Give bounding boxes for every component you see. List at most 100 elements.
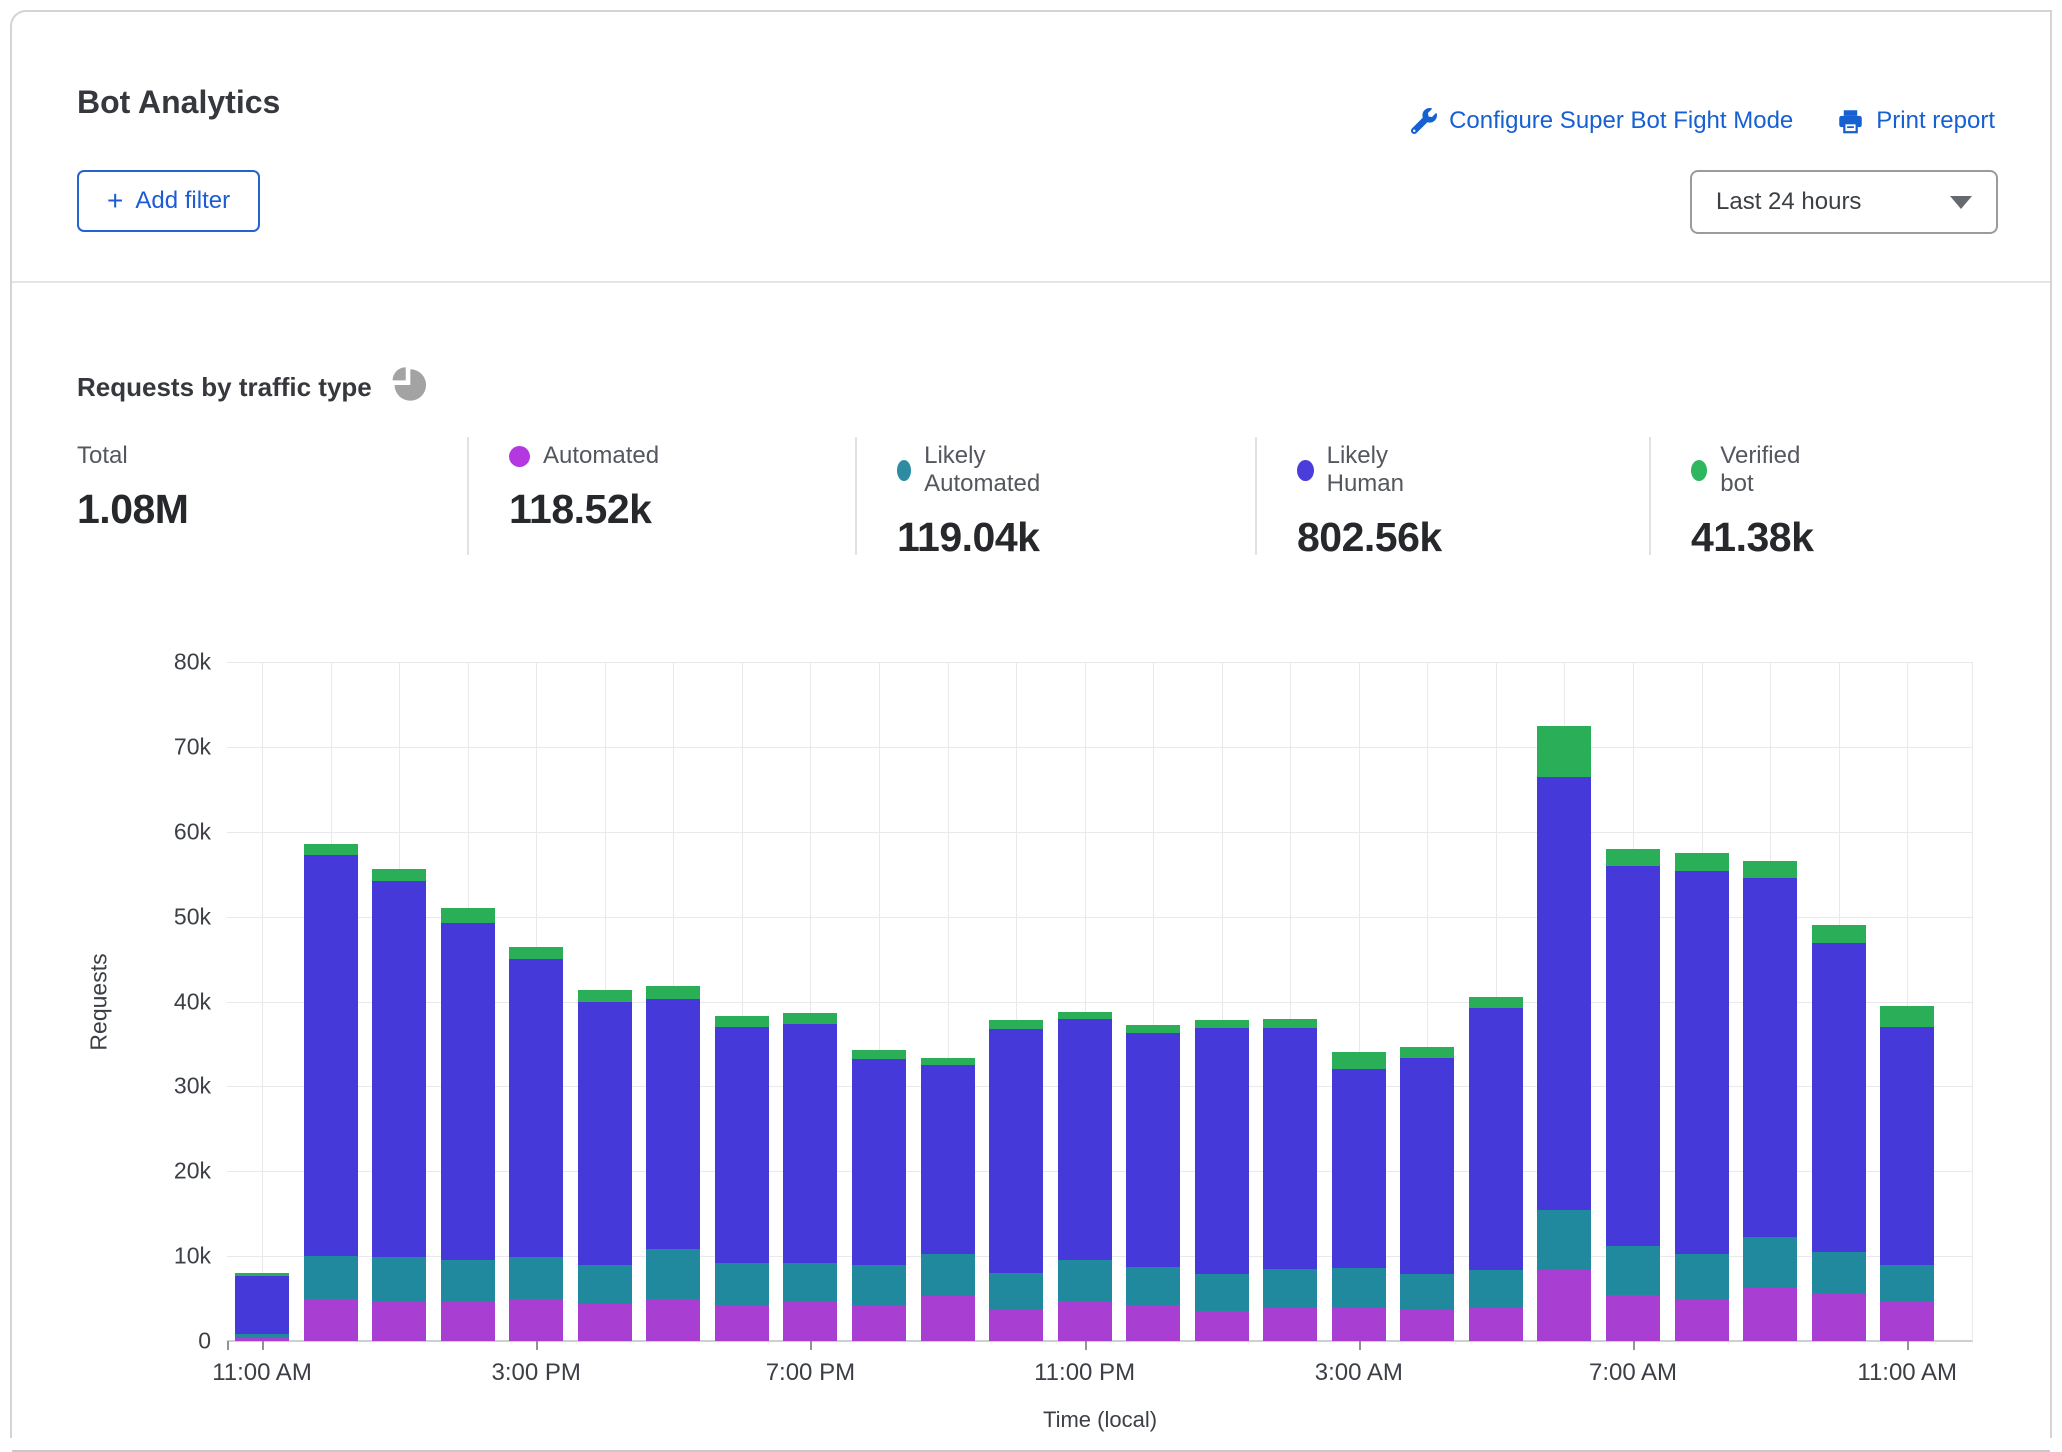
bar-segment-likely-automated <box>1743 1237 1797 1287</box>
x-tick-mark <box>1359 1341 1361 1350</box>
bar-segment-verified-bot <box>1126 1025 1180 1033</box>
stacked-bar-1-00-pm[interactable] <box>372 869 426 1341</box>
stacked-bar-3-00-am[interactable] <box>1332 1052 1386 1341</box>
stacked-bar-12-00-am[interactable] <box>1126 1025 1180 1341</box>
configure-link-label: Configure Super Bot Fight Mode <box>1449 107 1793 135</box>
stacked-bar-9-00-am[interactable] <box>1743 861 1797 1341</box>
bar-segment-likely-human <box>1743 878 1797 1238</box>
bar-segment-automated <box>1880 1301 1934 1341</box>
stacked-bar-10-00-am[interactable] <box>1812 925 1866 1341</box>
bar-segment-likely-automated <box>1058 1260 1112 1302</box>
bar-segment-verified-bot <box>1058 1012 1112 1019</box>
bar-segment-likely-automated <box>1880 1265 1934 1301</box>
stat-likely-human-value: 802.56k <box>1297 514 1442 561</box>
h-gridline <box>227 747 1973 748</box>
stacked-bar-10-00-pm[interactable] <box>989 1020 1043 1341</box>
bar-segment-automated <box>441 1302 495 1341</box>
stacked-bar-8-00-pm[interactable] <box>852 1050 906 1341</box>
y-tick-label: 0 <box>131 1328 211 1355</box>
bar-segment-likely-automated <box>1332 1268 1386 1308</box>
stacked-bar-9-00-pm[interactable] <box>921 1058 975 1341</box>
bar-segment-likely-human <box>1812 943 1866 1252</box>
time-range-select[interactable]: Last 24 hours <box>1690 170 1998 234</box>
stats-divider <box>467 437 469 555</box>
bar-segment-likely-human <box>235 1276 289 1335</box>
stacked-bar-11-00-pm[interactable] <box>1058 1012 1112 1341</box>
bot-analytics-card: Bot Analytics Configure Super Bot Fight … <box>10 10 2052 1438</box>
bar-segment-automated <box>1812 1293 1866 1341</box>
bar-segment-verified-bot <box>1606 849 1660 866</box>
stacked-bar-3-00-pm[interactable] <box>509 947 563 1341</box>
bar-segment-automated <box>578 1304 632 1341</box>
stacked-bar-8-00-am[interactable] <box>1675 853 1729 1341</box>
bar-segment-likely-automated <box>1469 1270 1523 1308</box>
x-tick-label: 3:00 PM <box>456 1359 616 1387</box>
y-tick-label: 50k <box>131 903 211 930</box>
y-axis-title: Requests <box>86 953 113 1050</box>
plus-icon: + <box>107 187 123 215</box>
bar-segment-likely-human <box>1126 1033 1180 1267</box>
stats-divider <box>1649 437 1651 555</box>
stat-automated-value: 118.52k <box>509 486 659 533</box>
stacked-bar-6-00-pm[interactable] <box>715 1016 769 1341</box>
bar-segment-likely-automated <box>646 1249 700 1299</box>
bar-segment-verified-bot <box>989 1020 1043 1028</box>
bar-segment-likely-human <box>1058 1019 1112 1260</box>
likely-automated-dot <box>897 460 911 481</box>
plot-area: Requests Time (local) 80k70k60k50k40k30k… <box>227 662 1973 1341</box>
stacked-bar-5-00-am[interactable] <box>1469 997 1523 1341</box>
x-tick-mark <box>1907 1341 1909 1350</box>
x-tick-mark <box>1633 1341 1635 1350</box>
add-filter-button[interactable]: + Add filter <box>77 170 260 232</box>
stacked-bar-2-00-am[interactable] <box>1263 1019 1317 1341</box>
print-report-link[interactable]: Print report <box>1837 107 1995 135</box>
stacked-bar-11-00-am[interactable] <box>1880 1006 1934 1341</box>
stat-automated-label: Automated <box>543 442 659 470</box>
bar-segment-automated <box>372 1301 426 1341</box>
bar-segment-likely-human <box>1880 1027 1934 1265</box>
add-filter-label: Add filter <box>135 187 230 215</box>
x-tick-mark <box>1085 1341 1087 1350</box>
bar-segment-likely-automated <box>1606 1246 1660 1295</box>
bar-segment-likely-human <box>1400 1058 1454 1274</box>
stacked-bar-12-00-pm[interactable] <box>304 844 358 1341</box>
section-title: Requests by traffic type <box>77 372 372 403</box>
bar-segment-automated <box>1332 1308 1386 1341</box>
bar-segment-likely-human <box>852 1059 906 1264</box>
page-title: Bot Analytics <box>77 84 280 121</box>
bar-segment-verified-bot <box>921 1058 975 1065</box>
stacked-bar-2-00-pm[interactable] <box>441 908 495 1341</box>
bar-segment-likely-human <box>715 1027 769 1263</box>
bar-segment-likely-automated <box>921 1254 975 1296</box>
stacked-bar-7-00-am[interactable] <box>1606 849 1660 1341</box>
stacked-bar-5-00-pm[interactable] <box>646 986 700 1341</box>
stacked-bar-6-00-am[interactable] <box>1537 726 1591 1341</box>
stacked-bar-7-00-pm[interactable] <box>783 1013 837 1341</box>
bar-segment-verified-bot <box>1537 726 1591 777</box>
y-tick-label: 10k <box>131 1243 211 1270</box>
bar-segment-verified-bot <box>578 990 632 1001</box>
bar-segment-likely-human <box>1537 777 1591 1211</box>
stacked-bar-4-00-pm[interactable] <box>578 990 632 1341</box>
stat-verified-bot-label: Verified bot <box>1720 442 1813 498</box>
bar-segment-verified-bot <box>783 1013 837 1024</box>
automated-dot <box>509 446 530 467</box>
bar-segment-verified-bot <box>1675 853 1729 871</box>
stacked-bar-11-00-am[interactable] <box>235 1273 289 1341</box>
bar-segment-likely-human <box>372 881 426 1257</box>
bar-segment-likely-automated <box>1400 1274 1454 1310</box>
bar-segment-likely-human <box>1469 1008 1523 1269</box>
bar-segment-likely-human <box>578 1002 632 1265</box>
bar-segment-verified-bot <box>1263 1019 1317 1027</box>
stacked-bar-4-00-am[interactable] <box>1400 1047 1454 1341</box>
stat-likely-human-label: Likely Human <box>1327 442 1442 498</box>
bar-segment-likely-automated <box>1195 1274 1249 1311</box>
stacked-bar-1-00-am[interactable] <box>1195 1020 1249 1341</box>
bar-segment-likely-human <box>989 1029 1043 1273</box>
bar-segment-automated <box>921 1296 975 1341</box>
likely-human-dot <box>1297 460 1314 481</box>
configure-super-bot-fight-mode-link[interactable]: Configure Super Bot Fight Mode <box>1411 107 1793 135</box>
stat-likely-human: Likely Human 802.56k <box>1297 442 1442 561</box>
y-tick-label: 60k <box>131 818 211 845</box>
x-tick-label: 7:00 PM <box>730 1359 890 1387</box>
